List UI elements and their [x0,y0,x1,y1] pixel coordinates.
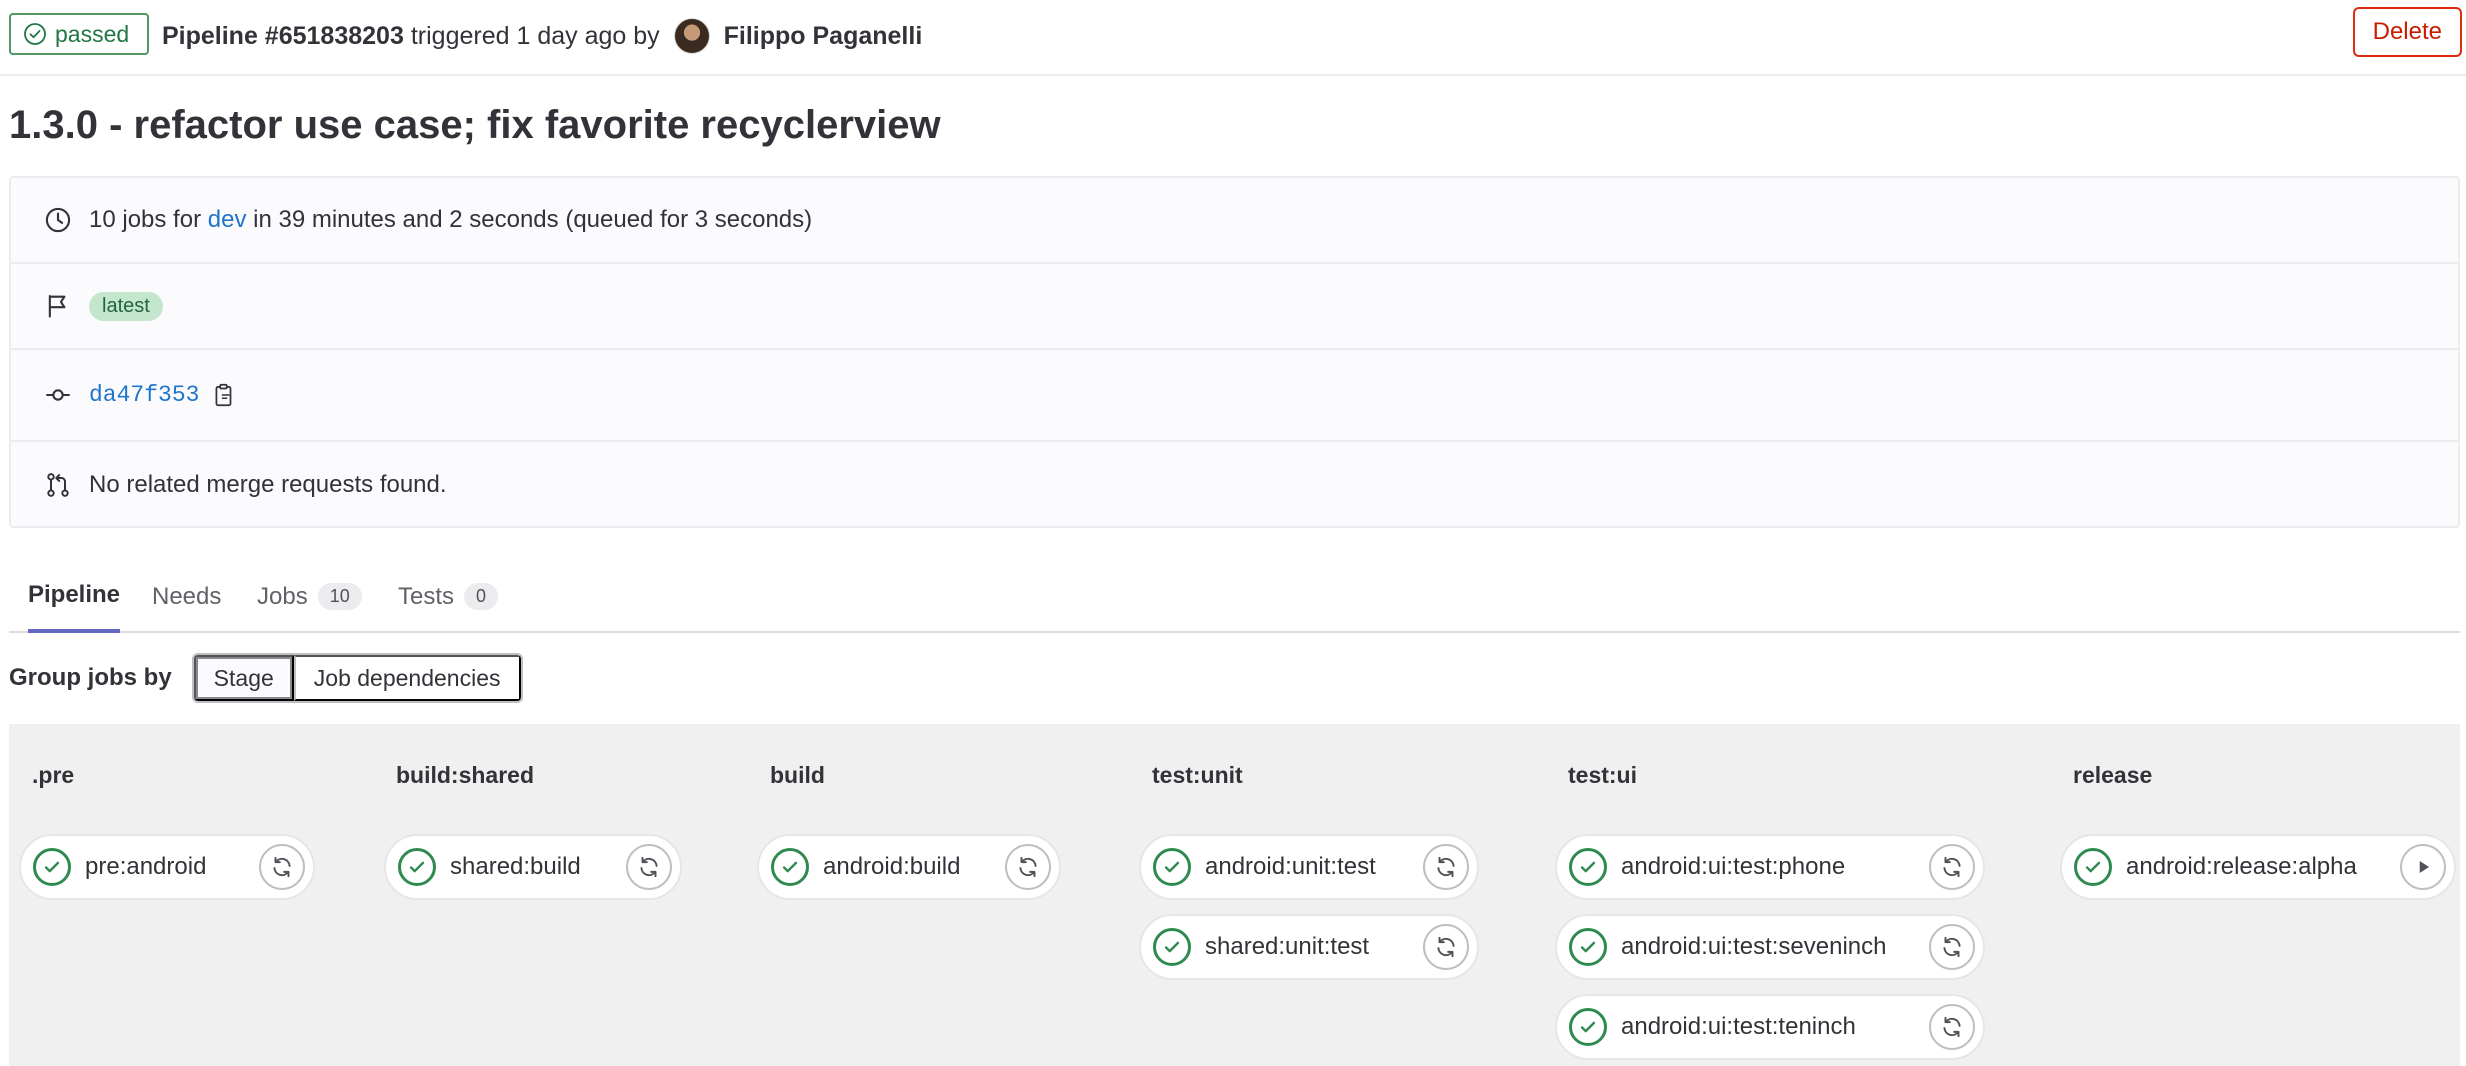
tab-pipeline[interactable]: Pipeline [28,560,121,633]
pipeline-header: passed Pipeline #651838203 triggered 1 d… [0,0,2466,76]
status-success-icon [24,23,46,45]
author-name[interactable]: Filippo Paganelli [724,22,923,51]
job-name: pre:android [85,853,207,880]
tab-needs[interactable]: Needs [152,560,221,633]
retry-icon[interactable] [259,844,305,890]
retry-icon[interactable] [1929,844,1975,890]
status-badge[interactable]: passed [9,13,150,55]
job-shared-build[interactable]: shared:build [384,834,682,900]
job-name: android:build [823,853,961,880]
retry-icon[interactable] [1929,924,1975,970]
copy-icon[interactable] [211,382,237,408]
job-shared-unit-test[interactable]: shared:unit:test [1139,914,1479,980]
retry-icon[interactable] [626,844,672,890]
merge-requests-text: No related merge requests found. [89,471,447,498]
job-name: android:ui:test:teninch [1621,1013,1856,1040]
pipeline-summary: Pipeline #651838203 triggered 1 day ago … [162,18,922,54]
status-success-icon [1569,848,1607,886]
jobs-prefix: 10 jobs for [89,206,202,233]
job-name: android:unit:test [1205,853,1376,880]
latest-badge: latest [89,291,163,321]
job-name: shared:unit:test [1205,933,1370,960]
status-success-icon [1569,928,1607,966]
clock-icon [43,205,73,235]
stage-title: build [770,762,825,788]
retry-icon[interactable] [1423,844,1469,890]
flag-icon [43,291,73,321]
tab-label: Jobs [257,582,308,610]
tab-label: Pipeline [28,580,121,608]
status-success-icon [1153,928,1191,966]
group-by-toggle: Stage Job dependencies [191,653,523,703]
pipeline-id: Pipeline #651838203 [162,21,404,50]
status-success-icon [771,848,809,886]
job-android-ui-test-seveninch[interactable]: android:ui:test:seveninch [1555,914,1985,980]
duration-row: 10 jobs for dev in 39 minutes and 2 seco… [11,178,2458,264]
status-success-icon [398,848,436,886]
commit-icon [43,380,73,410]
badges-row: latest [11,264,2458,350]
page-title: 1.3.0 - refactor use case; fix favorite … [9,103,941,147]
job-android-build[interactable]: android:build [757,834,1061,900]
stage-title: test:ui [1568,762,1637,788]
play-icon[interactable] [2400,844,2446,890]
tab-tests[interactable]: Tests 0 [398,560,499,633]
jobs-suffix: in 39 minutes and 2 seconds (queued for … [253,206,813,233]
pipeline-tabs: Pipeline Needs Jobs 10 Tests 0 [9,560,2460,633]
tab-label: Tests [398,582,455,610]
job-name: android:ui:test:phone [1621,853,1846,880]
jobs-count-badge: 10 [317,583,362,610]
pipeline-graph: .pre build:shared build test:unit test:u… [9,724,2460,1066]
job-pre-android[interactable]: pre:android [19,834,315,900]
commit-sha-link[interactable]: da47f353 [89,382,199,408]
status-success-icon [33,848,71,886]
merge-request-icon [43,470,73,500]
job-name: android:release:alpha [2126,853,2357,880]
job-name: android:ui:test:seveninch [1621,933,1887,960]
stage-title: build:shared [396,762,535,788]
status-success-icon [1153,848,1191,886]
merge-request-row: No related merge requests found. [11,442,2458,528]
tab-label: Needs [152,582,222,610]
tests-count-badge: 0 [464,583,499,610]
delete-button[interactable]: Delete [2352,7,2462,57]
retry-icon[interactable] [1929,1004,1975,1050]
stage-title: .pre [32,762,75,788]
job-android-release-alpha[interactable]: android:release:alpha [2060,834,2456,900]
group-by-stage-button[interactable]: Stage [193,655,294,701]
stage-title: test:unit [1152,762,1243,788]
branch-link[interactable]: dev [208,206,247,234]
pipeline-info-box: 10 jobs for dev in 39 minutes and 2 seco… [9,176,2460,528]
group-by-label: Group jobs by [9,664,172,691]
avatar[interactable] [673,18,710,54]
retry-icon[interactable] [1423,924,1469,970]
group-by-dependencies-button[interactable]: Job dependencies [293,655,521,701]
status-success-icon [1569,1008,1607,1046]
status-label: passed [55,20,130,47]
status-success-icon [2074,848,2112,886]
tab-jobs[interactable]: Jobs 10 [257,560,362,633]
retry-icon[interactable] [1005,844,1051,890]
job-name: shared:build [450,853,581,880]
commit-row: da47f353 [11,350,2458,442]
triggered-text: triggered 1 day ago by [410,21,660,50]
stage-title: release [2073,762,2153,788]
job-android-ui-test-phone[interactable]: android:ui:test:phone [1555,834,1985,900]
job-android-unit-test[interactable]: android:unit:test [1139,834,1479,900]
job-android-ui-test-teninch[interactable]: android:ui:test:teninch [1555,994,1985,1060]
group-by-control: Group jobs by Stage Job dependencies [9,653,523,703]
